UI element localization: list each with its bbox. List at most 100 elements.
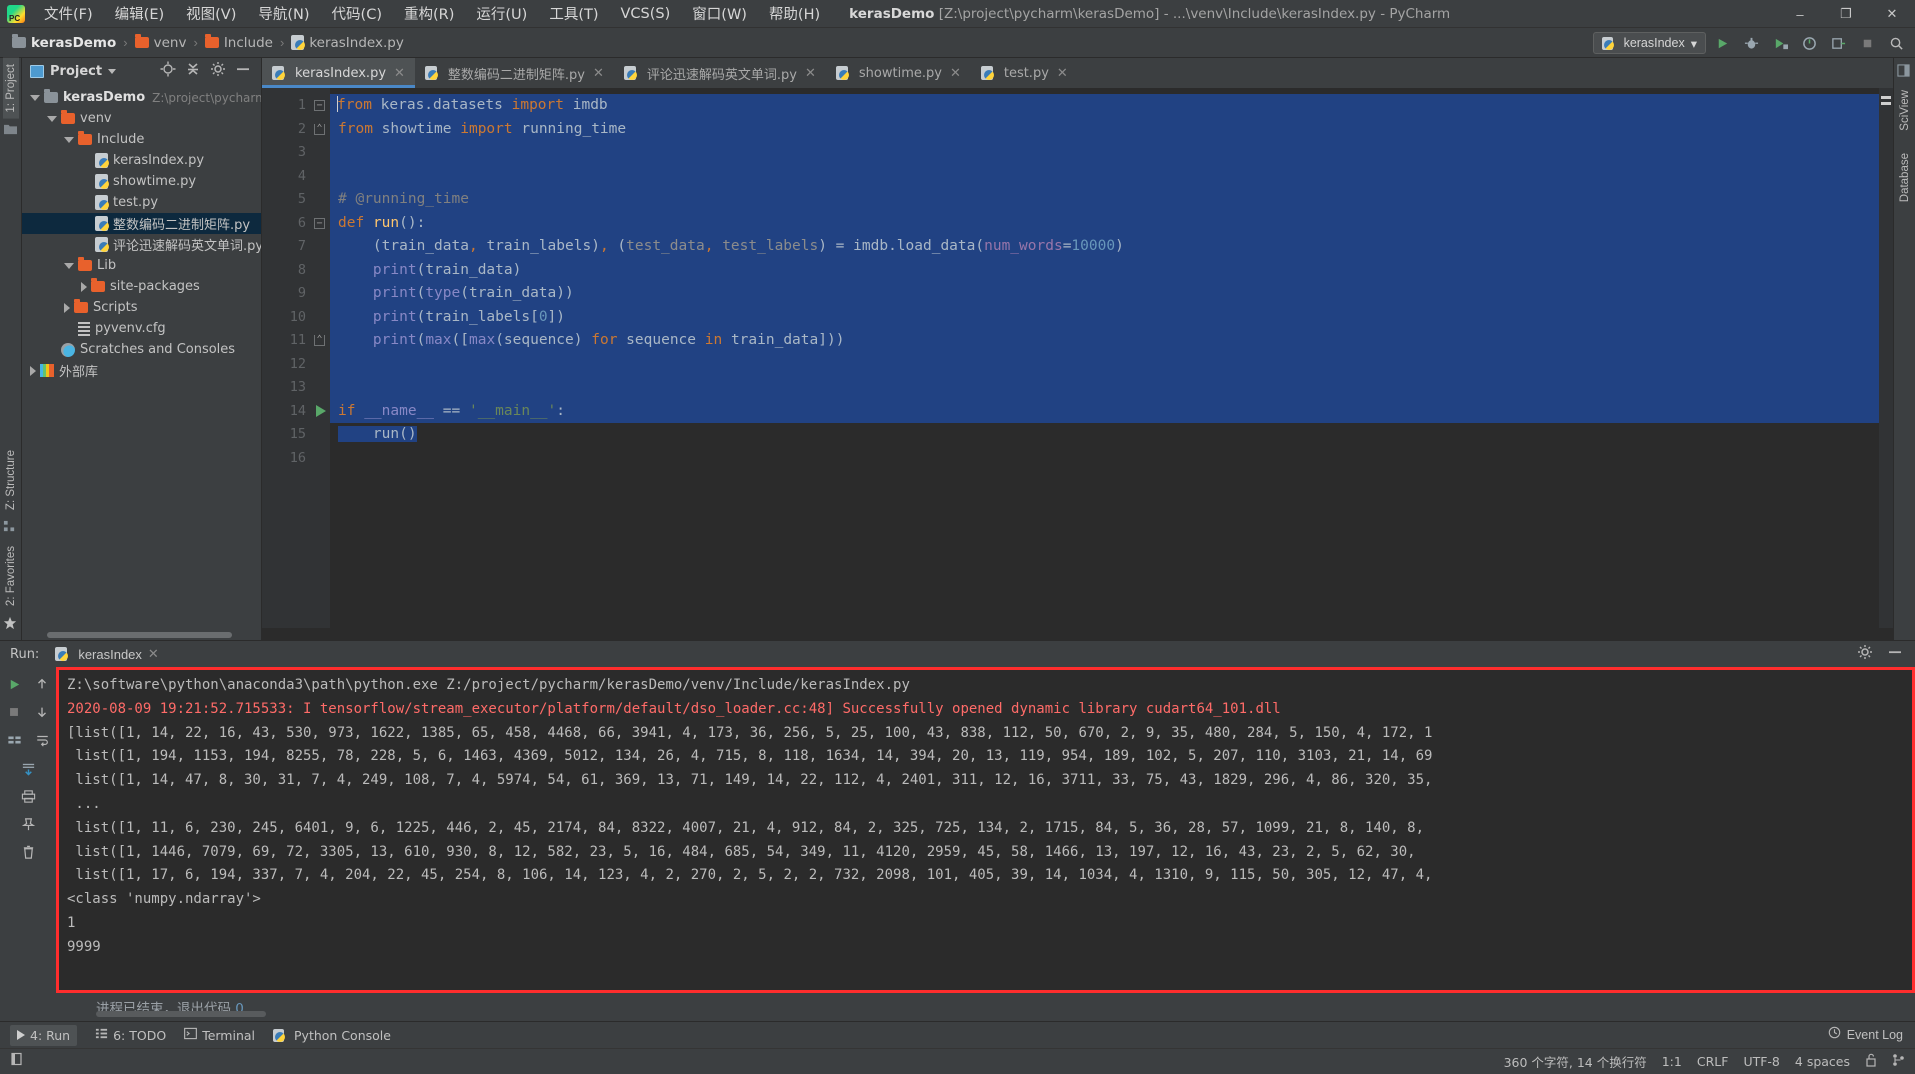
settings-icon[interactable] [210, 61, 226, 82]
editor-tab[interactable]: kerasIndex.py ✕ [262, 58, 415, 88]
hide-panel-icon[interactable] [235, 61, 251, 82]
editor-marker-bar[interactable] [1879, 88, 1893, 628]
gutter-line-number[interactable]: 16 [262, 447, 330, 471]
project-horizontal-scrollbar[interactable] [22, 630, 261, 640]
tree-item[interactable]: Include [22, 129, 261, 150]
gutter-line-number[interactable]: 3 [262, 141, 330, 165]
tree-item[interactable]: 整数编码二进制矩阵.py [22, 213, 261, 234]
menu-window[interactable]: 窗口(W) [681, 0, 758, 27]
print-layout-icon[interactable] [0, 727, 28, 753]
chevron-down-icon[interactable] [64, 136, 74, 143]
sidebar-tab-favorites[interactable]: 2: Favorites [3, 540, 19, 612]
collapse-all-icon[interactable] [185, 61, 201, 82]
scroll-down-button[interactable] [28, 699, 56, 725]
run-tab-kerasindex[interactable]: kerasIndex ✕ [49, 644, 165, 664]
breadcrumb-include[interactable]: Include [204, 34, 273, 51]
gutter-line-number[interactable]: 8 [262, 259, 330, 283]
project-tree[interactable]: kerasDemo Z:\project\pycharm\ venv Include k… [22, 85, 261, 630]
gutter-line-number[interactable]: 13 [262, 376, 330, 400]
code-fold-icon[interactable]: − [314, 100, 325, 111]
tree-item[interactable]: 外部库 [22, 360, 261, 381]
attach-to-process-button[interactable] [1825, 31, 1851, 55]
chevron-right-icon[interactable] [64, 302, 70, 313]
collapse-right-icon[interactable] [1896, 64, 1913, 80]
gutter-line-number[interactable]: 1− [262, 94, 330, 118]
scroll-to-end-icon[interactable] [14, 755, 42, 781]
menu-file[interactable]: 文件(F) [33, 0, 104, 27]
menu-run[interactable]: 运行(U) [465, 0, 538, 27]
run-console-horizontal-scrollbar[interactable] [96, 1011, 266, 1017]
sidebar-tab-sciview[interactable]: SciView [1897, 84, 1913, 137]
editor-gutter[interactable]: 1−2 ⌃ 3 4 5 6−7 8 9 10 11 ⌃ 12 13 14 15 16 [262, 88, 330, 628]
locate-icon[interactable] [160, 61, 176, 82]
tree-item[interactable]: site-packages [22, 276, 261, 297]
tree-item[interactable]: Scratches and Consoles [22, 339, 261, 360]
close-icon[interactable]: ✕ [593, 66, 604, 81]
clear-all-icon[interactable] [14, 839, 42, 865]
unlocked-icon[interactable] [1865, 1053, 1877, 1070]
sidebar-tab-structure[interactable]: Z: Structure [3, 444, 19, 516]
run-configuration-selector[interactable]: kerasIndex ▾ [1592, 32, 1706, 54]
tree-item[interactable]: test.py [22, 192, 261, 213]
gutter-line-number[interactable]: 15 [262, 423, 330, 447]
scroll-up-button[interactable] [28, 671, 56, 697]
gutter-line-number[interactable]: 2 ⌃ [262, 118, 330, 142]
close-icon[interactable]: ✕ [394, 66, 405, 81]
run-coverage-button[interactable] [1767, 31, 1793, 55]
menu-navigate[interactable]: 导航(N) [247, 0, 320, 27]
gutter-line-number[interactable]: 12 [262, 353, 330, 377]
minimize-icon[interactable] [1887, 644, 1903, 665]
gutter-line-number[interactable]: 5 [262, 188, 330, 212]
code-fold-icon[interactable]: − [314, 217, 325, 229]
sidebar-tab-project[interactable]: 1: Project [2, 58, 19, 119]
file-encoding[interactable]: UTF-8 [1743, 1054, 1779, 1069]
gutter-line-number[interactable]: 10 [262, 306, 330, 330]
tree-item[interactable]: venv [22, 108, 261, 129]
tree-item[interactable]: Scripts [22, 297, 261, 318]
tree-item[interactable]: Lib [22, 255, 261, 276]
menu-refactor[interactable]: 重构(R) [393, 0, 465, 27]
chevron-down-icon[interactable] [30, 94, 40, 101]
editor-tab[interactable]: 评论迅速解码英文单词.py ✕ [614, 58, 826, 88]
menu-vcs[interactable]: VCS(S) [610, 3, 682, 25]
soft-wrap-icon[interactable] [28, 727, 56, 753]
tree-item[interactable]: 评论迅速解码英文单词.py [22, 234, 261, 255]
close-icon[interactable]: ✕ [950, 66, 961, 81]
tree-item[interactable]: kerasDemo Z:\project\pycharm\ [22, 87, 261, 108]
chevron-down-icon[interactable] [47, 115, 57, 122]
pin-icon[interactable] [14, 811, 42, 837]
close-button[interactable]: ✕ [1869, 0, 1915, 28]
tree-item[interactable]: pyvenv.cfg [22, 318, 261, 339]
breadcrumb-venv[interactable]: venv [134, 34, 186, 51]
tool-tab-run[interactable]: 4: Run [10, 1024, 78, 1046]
settings-icon[interactable] [1857, 644, 1873, 665]
chevron-right-icon[interactable] [30, 365, 36, 376]
caret-position[interactable]: 1:1 [1662, 1054, 1682, 1069]
editor-horizontal-scrollbar[interactable] [262, 628, 1893, 640]
run-console-output[interactable]: Z:\software\python\anaconda3\path\python… [56, 667, 1915, 993]
editor-tab[interactable]: showtime.py ✕ [826, 58, 971, 88]
menu-help[interactable]: 帮助(H) [758, 0, 831, 27]
profile-button[interactable] [1796, 31, 1822, 55]
tree-item[interactable]: showtime.py [22, 171, 261, 192]
gutter-line-number[interactable]: 7 [262, 235, 330, 259]
menu-tools[interactable]: 工具(T) [538, 0, 609, 27]
menu-view[interactable]: 视图(V) [175, 0, 247, 27]
menu-code[interactable]: 代码(C) [321, 0, 393, 27]
gutter-line-number[interactable]: 11 ⌃ [262, 329, 330, 353]
line-separator[interactable]: CRLF [1697, 1054, 1729, 1069]
code-fold-icon[interactable]: ⌃ [314, 123, 325, 135]
git-branch-icon[interactable] [1892, 1053, 1905, 1070]
indent-setting[interactable]: 4 spaces [1795, 1054, 1850, 1069]
show-tool-window-bars-icon[interactable] [10, 1052, 24, 1071]
event-log-button[interactable]: Event Log [1828, 1026, 1903, 1044]
breadcrumb-kerasdemo[interactable]: kerasDemo [12, 34, 116, 51]
search-everywhere-button[interactable] [1883, 31, 1909, 55]
editor-tab[interactable]: 整数编码二进制矩阵.py ✕ [415, 58, 614, 88]
stop-button[interactable] [1854, 31, 1880, 55]
run-button[interactable] [1709, 31, 1735, 55]
chevron-down-icon[interactable] [108, 69, 117, 74]
tool-tab-python-console[interactable]: Python Console [273, 1028, 391, 1043]
code-fold-icon[interactable]: ⌃ [314, 335, 325, 346]
debug-button[interactable] [1738, 31, 1764, 55]
